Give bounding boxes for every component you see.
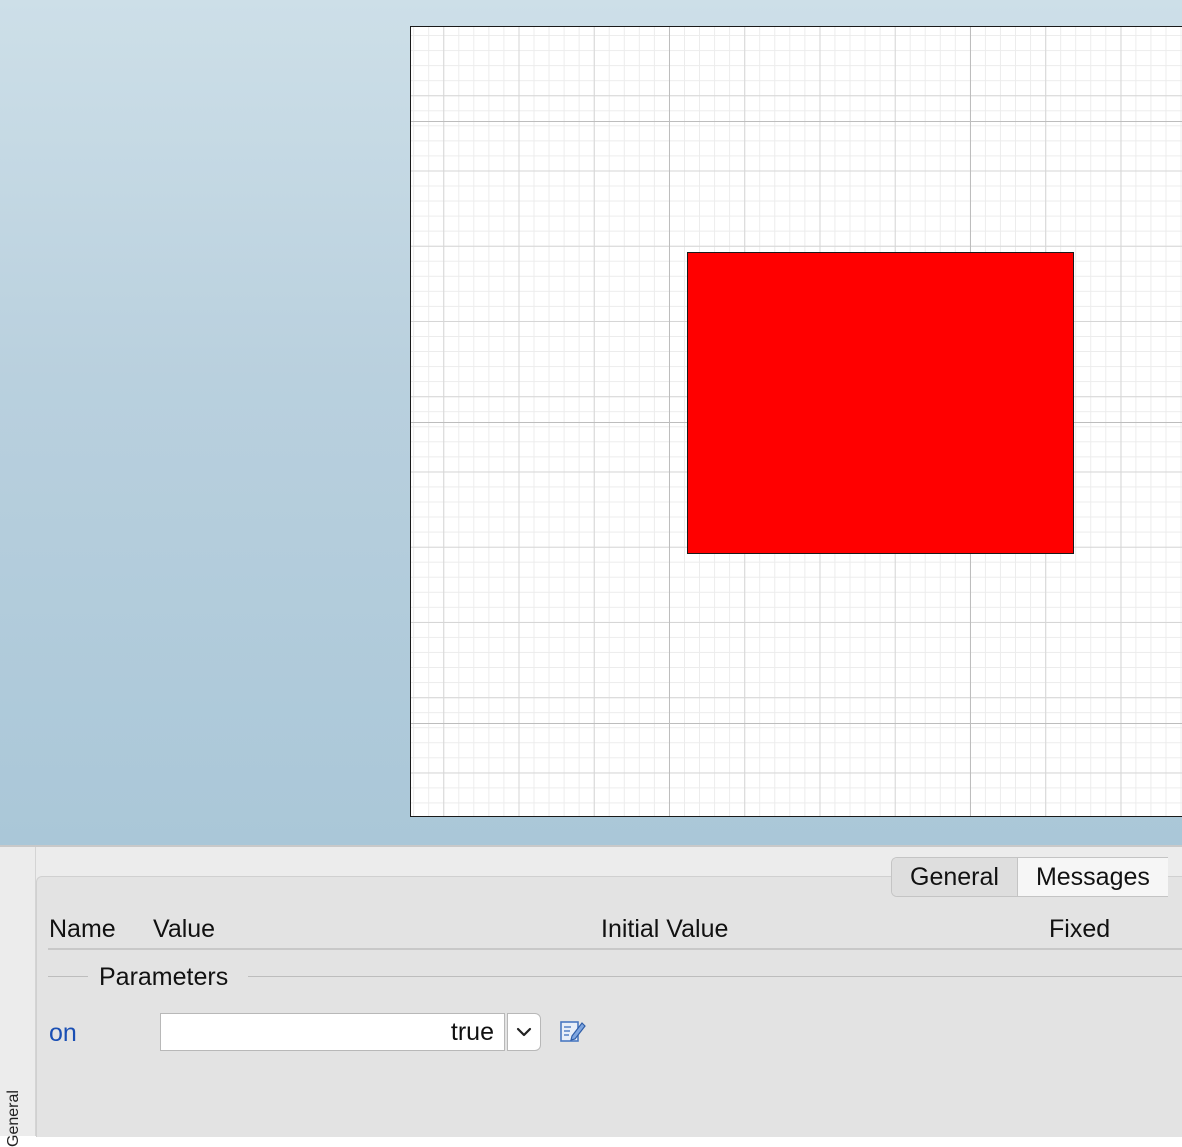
header-divider (48, 948, 1182, 950)
column-header-fixed[interactable]: Fixed (1049, 915, 1110, 944)
edit-icon[interactable] (558, 1017, 586, 1045)
red-rectangle-shape[interactable] (687, 252, 1074, 554)
group-divider-left (48, 976, 88, 977)
diagram-canvas[interactable] (410, 26, 1182, 817)
column-header-value[interactable]: Value (153, 915, 215, 944)
parameter-name-on: on (49, 1019, 77, 1047)
properties-panel: General Name Value Initial Value Fixed P… (0, 847, 1182, 1147)
group-label-parameters: Parameters (99, 963, 229, 991)
diagram-background (0, 0, 1182, 845)
side-tab-label: General (5, 1090, 22, 1147)
tab-general[interactable]: General (892, 858, 1018, 896)
tab-messages[interactable]: Messages (1018, 858, 1168, 896)
group-divider-right (248, 976, 1182, 977)
parameter-value-dropdown[interactable] (507, 1013, 541, 1051)
side-tab-general[interactable]: General (0, 847, 36, 1147)
column-header-initial-value[interactable]: Initial Value (601, 915, 728, 944)
column-header-name[interactable]: Name (49, 915, 116, 944)
panel-tabs: General Messages (891, 857, 1168, 897)
chevron-down-icon (516, 1027, 532, 1037)
parameters-view: Name Value Initial Value Fixed Parameter… (36, 876, 1182, 1137)
parameter-value-input[interactable] (160, 1013, 505, 1051)
